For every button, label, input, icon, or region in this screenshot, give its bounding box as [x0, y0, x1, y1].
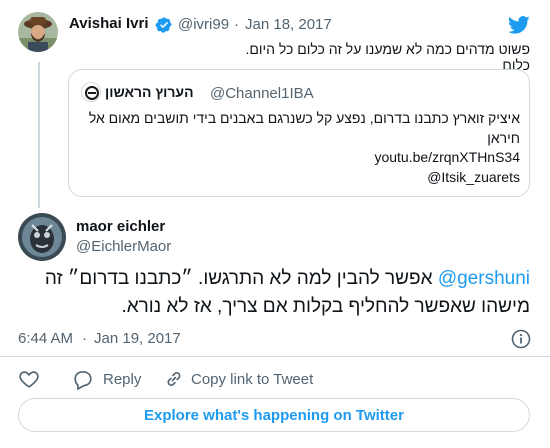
quoted-text-line2: חיראן	[487, 130, 520, 146]
reply-date[interactable]: Jan 19, 2017	[94, 330, 181, 347]
info-icon[interactable]	[511, 329, 531, 349]
reply-author-name[interactable]: maor eichler	[76, 218, 165, 235]
tweet-date[interactable]: Jan 18, 2017	[245, 16, 332, 33]
copy-link-label: Copy link to Tweet	[191, 370, 314, 388]
reply-time[interactable]: 6:44 AM	[18, 330, 73, 347]
reply-label: Reply	[103, 370, 142, 388]
reply-action[interactable]: Reply	[72, 367, 141, 391]
quoted-link[interactable]: youtu.be/zrqnXTHnS34	[362, 149, 520, 165]
avatar-avishai[interactable]	[18, 12, 58, 52]
author-handle[interactable]: @ivri99	[178, 16, 229, 33]
link-icon	[163, 368, 185, 390]
explore-button[interactable]: Explore what's happening on Twitter	[18, 398, 530, 432]
author-name[interactable]: Avishai Ivri	[69, 15, 148, 32]
reply-icon	[72, 368, 94, 391]
verified-badge-icon	[155, 16, 173, 34]
avatar-maor[interactable]	[18, 213, 66, 261]
quoted-author-name[interactable]: הערוץ הראשון	[105, 84, 194, 100]
separator-dot: ·	[234, 16, 239, 33]
reply-text-rest: אפשר להבין למה לא התרגשו. ״כתבנו בדרום״ …	[44, 268, 433, 289]
reply-text-line1: @gershuni אפשר להבין למה לא התרגשו. ״כתב…	[18, 268, 530, 290]
quoted-author-handle[interactable]: @Channel1IBA	[210, 85, 314, 102]
thread-connector	[38, 62, 40, 208]
reply-author-handle[interactable]: @EichlerMaor	[76, 238, 171, 255]
quoted-text-line1: איציק זוארץ כתבנו בדרום, נפצע קל כשנרגם …	[88, 110, 520, 126]
copy-link-action[interactable]: Copy link to Tweet	[163, 367, 313, 391]
reply-separator: ·	[82, 330, 87, 347]
reply-text-line2: מישהו שאפשר להחליף בקלות אם צריך, אז לא …	[121, 296, 530, 317]
reply-mention[interactable]: @gershuni	[438, 268, 530, 289]
twitter-bird-icon[interactable]	[507, 14, 531, 36]
quoted-mention[interactable]: @Itsik_zuarets	[362, 169, 520, 185]
avatar-channel1[interactable]	[81, 82, 101, 102]
divider-top	[0, 356, 550, 357]
heart-icon[interactable]	[18, 368, 40, 390]
